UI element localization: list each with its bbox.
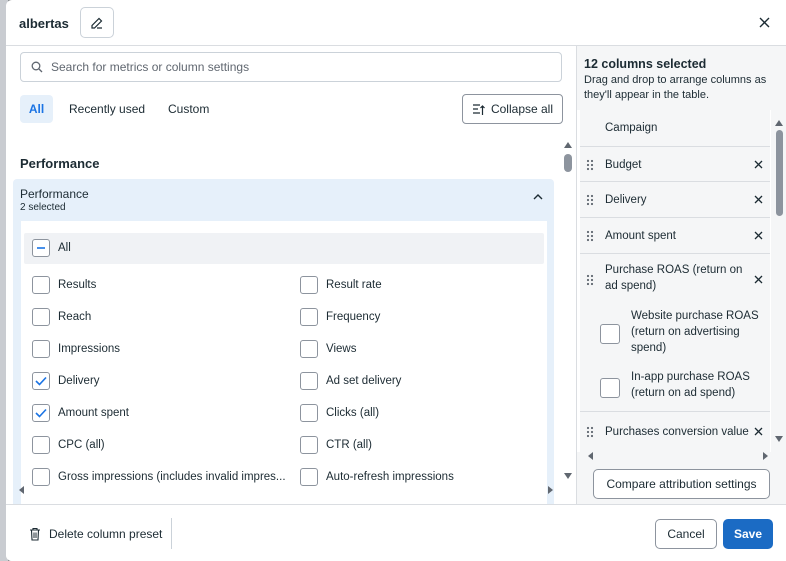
check-icon — [35, 408, 47, 418]
option-label: CPC (all) — [58, 439, 105, 451]
option-label: Ad set delivery — [326, 375, 402, 387]
column-item-purchase-roas[interactable]: Purchase ROAS (return on ad spend) — [580, 254, 770, 302]
tab-recently-used[interactable]: Recently used — [61, 95, 153, 123]
option-label: Amount spent — [58, 407, 129, 419]
collapse-all-label: Collapse all — [490, 102, 554, 116]
checkbox-impressions[interactable] — [32, 340, 50, 358]
option-label: Clicks (all) — [326, 407, 380, 419]
drag-handle-icon[interactable] — [586, 194, 594, 206]
section-heading: Performance — [20, 156, 100, 171]
close-button[interactable] — [754, 12, 774, 32]
edit-icon — [91, 17, 103, 29]
drag-handle-icon[interactable] — [586, 274, 594, 286]
column-label: Purchase ROAS (return on ad spend) — [605, 264, 743, 292]
trash-icon — [30, 527, 40, 541]
drag-handle-icon[interactable] — [586, 426, 594, 438]
column-label: Purchases conversion value — [605, 426, 749, 438]
search-icon — [31, 61, 43, 73]
metrics-panel: All Recently used Custom Collapse all Pe… — [6, 46, 576, 504]
remove-icon[interactable] — [754, 427, 763, 436]
cancel-button[interactable]: Cancel — [655, 519, 717, 549]
option-label: Results — [58, 279, 97, 291]
dialog-title: albertas — [19, 16, 69, 31]
selected-count-title: 12 columns selected — [584, 57, 707, 71]
sub-option-inapp-roas[interactable]: In-app purchase ROAS (return on ad spend… — [580, 362, 770, 412]
compare-attribution-button[interactable]: Compare attribution settings — [593, 469, 770, 499]
column-item-delivery[interactable]: Delivery — [580, 182, 770, 218]
checkbox-website-roas[interactable] — [600, 324, 620, 344]
checkbox-delivery[interactable] — [32, 372, 50, 390]
chevron-up-icon[interactable] — [533, 193, 543, 200]
selected-columns-panel: 12 columns selected Drag and drop to arr… — [576, 46, 786, 504]
column-label: Campaign — [605, 122, 658, 134]
option-label: Views — [326, 343, 357, 355]
column-item-budget[interactable]: Budget — [580, 146, 770, 182]
select-all-row[interactable]: All — [24, 233, 544, 264]
column-label: Amount spent — [605, 230, 676, 242]
close-icon — [759, 17, 769, 27]
search-box[interactable] — [20, 52, 562, 82]
dialog-footer: Delete column preset Cancel Save — [6, 504, 786, 561]
tab-all[interactable]: All — [20, 95, 53, 123]
group-selected-count: 2 selected — [20, 202, 66, 213]
selected-columns-description: Drag and drop to arrange columns as they… — [584, 74, 767, 101]
check-icon — [35, 376, 47, 386]
minus-icon — [37, 247, 45, 249]
delete-preset-label: Delete column preset — [49, 526, 163, 541]
remove-icon[interactable] — [754, 275, 763, 284]
performance-group[interactable]: Performance 2 selected All Results Resul… — [13, 179, 554, 504]
remove-icon[interactable] — [754, 195, 763, 204]
checkbox-frequency[interactable] — [300, 308, 318, 326]
remove-icon[interactable] — [754, 231, 763, 240]
sub-option-label: Website purchase ROAS (return on adverti… — [631, 310, 759, 354]
group-options: All Results Result rate Reach Frequency … — [21, 221, 547, 504]
option-label: CTR (all) — [326, 439, 372, 451]
drag-handle-icon[interactable] — [586, 159, 594, 171]
column-label: Budget — [605, 159, 642, 171]
search-input[interactable] — [51, 60, 541, 74]
collapse-all-button[interactable]: Collapse all — [462, 94, 563, 124]
metrics-horizontal-scrollbar[interactable] — [16, 482, 556, 498]
collapse-icon — [472, 103, 485, 115]
option-label: Reach — [58, 311, 92, 323]
option-label: Delivery — [58, 375, 100, 387]
option-label: Impressions — [58, 343, 120, 355]
checkbox-ad-set-delivery[interactable] — [300, 372, 318, 390]
column-settings-dialog: albertas All Recently used Custom Collap… — [6, 0, 786, 561]
sub-option-label: In-app purchase ROAS (return on ad spend… — [631, 371, 750, 399]
remove-icon[interactable] — [754, 160, 763, 169]
column-label: Delivery — [605, 194, 647, 206]
column-item-amount-spent[interactable]: Amount spent — [580, 218, 770, 254]
checkbox-cpc-all[interactable] — [32, 436, 50, 454]
select-all-checkbox[interactable] — [32, 239, 50, 257]
columns-vertical-scrollbar[interactable] — [773, 116, 785, 446]
checkbox-results[interactable] — [32, 276, 50, 294]
drag-handle-icon[interactable] — [586, 230, 594, 242]
save-button[interactable]: Save — [723, 519, 773, 549]
selected-columns-list: Campaign Budget Delivery Amount spent Pu… — [577, 110, 771, 452]
select-all-label: All — [58, 242, 71, 254]
edit-title-button[interactable] — [80, 7, 114, 38]
group-title: Performance — [20, 187, 89, 201]
checkbox-views[interactable] — [300, 340, 318, 358]
delete-preset-button[interactable]: Delete column preset — [16, 518, 172, 549]
checkbox-ctr-all[interactable] — [300, 436, 318, 454]
checkbox-inapp-roas[interactable] — [600, 378, 620, 398]
checkbox-amount-spent[interactable] — [32, 404, 50, 422]
dialog-header: albertas — [6, 0, 786, 46]
metrics-vertical-scrollbar[interactable] — [562, 138, 574, 483]
columns-horizontal-scrollbar[interactable] — [587, 448, 769, 464]
checkbox-clicks-all[interactable] — [300, 404, 318, 422]
column-item-purchases-conversion-value[interactable]: Purchases conversion value — [580, 412, 770, 452]
option-label: Result rate — [326, 279, 382, 291]
sub-option-website-roas[interactable]: Website purchase ROAS (return on adverti… — [580, 302, 770, 362]
checkbox-reach[interactable] — [32, 308, 50, 326]
column-item-campaign: Campaign — [580, 110, 770, 146]
option-label: Frequency — [326, 311, 381, 323]
checkbox-result-rate[interactable] — [300, 276, 318, 294]
tab-custom[interactable]: Custom — [160, 95, 217, 123]
